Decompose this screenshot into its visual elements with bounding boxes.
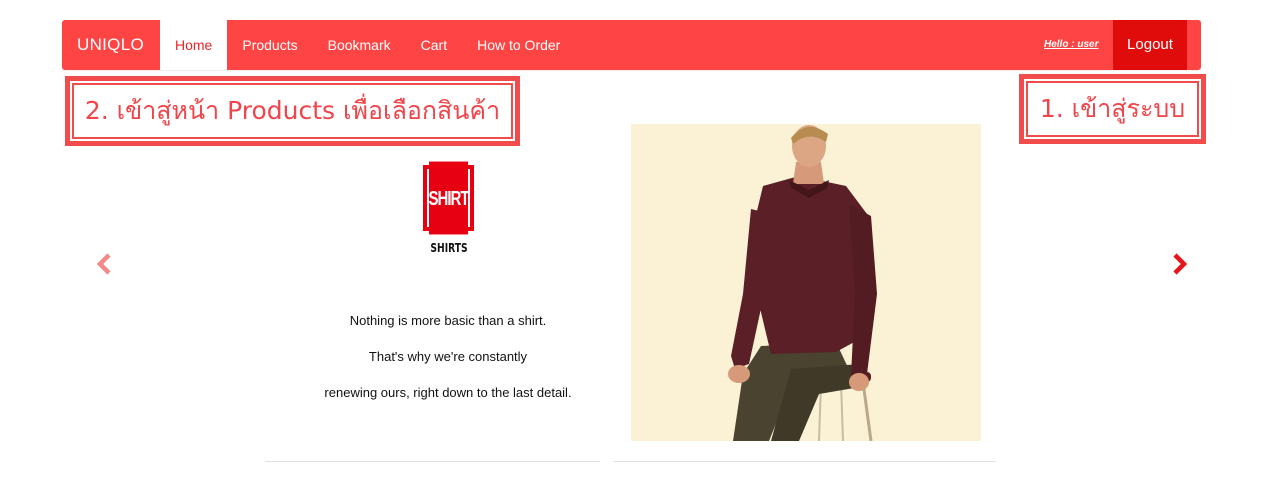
top-navbar: UNIQLO Home Products Bookmark Cart How t…: [62, 20, 1201, 70]
shirt-logo-text: SHIRT: [429, 161, 470, 235]
logout-button[interactable]: Logout: [1113, 20, 1187, 70]
login-step-callout: 1. เข้าสู่ระบบ: [1019, 74, 1206, 144]
nav-menu: Home Products Bookmark Cart How to Order: [160, 20, 575, 70]
category-title: SHIRTS: [430, 241, 468, 255]
chevron-right-icon[interactable]: [1168, 251, 1190, 277]
login-step-text: 1. เข้าสู่ระบบ: [1026, 81, 1199, 137]
description-line-1: Nothing is more basic than a shirt.: [349, 313, 547, 328]
products-step-callout: 2. เข้าสู่หน้า Products เพื่อเลือกสินค้า: [65, 76, 520, 146]
user-greeting-link[interactable]: Hello : user: [1044, 20, 1098, 70]
shirt-category-logo: SHIRT: [423, 161, 474, 235]
content-divider-right: [613, 461, 996, 462]
chevron-left-icon[interactable]: [94, 251, 116, 277]
product-photo: [631, 124, 981, 441]
nav-item-cart[interactable]: Cart: [406, 20, 462, 70]
description-line-3: renewing ours, right down to the last de…: [324, 385, 572, 400]
products-step-text: 2. เข้าสู่หน้า Products เพื่อเลือกสินค้า: [72, 83, 513, 139]
brand-logo[interactable]: UNIQLO: [77, 20, 144, 70]
nav-item-bookmark[interactable]: Bookmark: [313, 20, 406, 70]
nav-item-home[interactable]: Home: [160, 20, 228, 70]
description-line-2: That's why we're constantly: [368, 349, 528, 364]
nav-item-products[interactable]: Products: [227, 20, 312, 70]
content-divider-left: [265, 461, 600, 462]
nav-item-how-to-order[interactable]: How to Order: [462, 20, 575, 70]
